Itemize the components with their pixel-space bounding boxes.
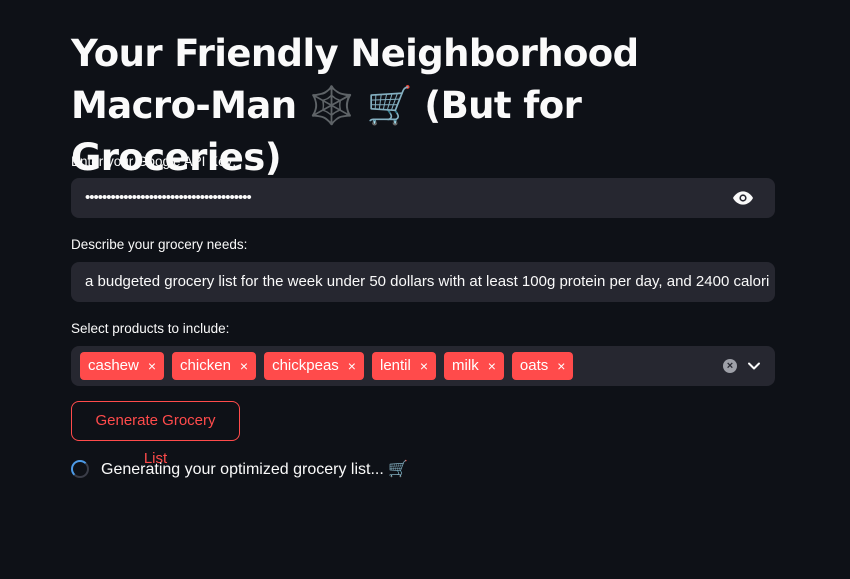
remove-tag-icon[interactable]: × <box>488 352 496 380</box>
remove-tag-icon[interactable]: × <box>240 352 248 380</box>
grocery-needs-label: Describe your grocery needs: <box>71 237 248 252</box>
tag-label: oats <box>519 357 549 374</box>
remove-tag-icon[interactable]: × <box>420 352 428 380</box>
status-message: Generating your optimized grocery list..… <box>101 461 409 478</box>
tag-label: cashew <box>88 357 139 374</box>
selected-tag: chicken × <box>172 352 257 380</box>
api-key-label: Enter your Google API Key: <box>71 154 237 169</box>
selected-tag: lentil × <box>371 352 437 380</box>
products-multiselect[interactable]: cashew × chicken × chickpeas × lentil × milk × oat… <box>71 346 775 386</box>
grocery-needs-input[interactable]: a budgeted grocery list for the week und… <box>85 262 775 302</box>
generate-grocery-list-button[interactable]: Generate Grocery List <box>71 401 240 467</box>
chevron-down-icon[interactable] <box>747 359 761 373</box>
eye-icon[interactable] <box>733 190 753 206</box>
selected-tags: cashew × chicken × chickpeas × lentil × milk × oat… <box>80 352 574 380</box>
tag-label: chickpeas <box>272 357 339 374</box>
remove-tag-icon[interactable]: × <box>148 352 156 380</box>
selected-tag: chickpeas × <box>264 352 364 380</box>
selected-tag: milk × <box>444 352 504 380</box>
grocery-needs-field[interactable]: a budgeted grocery list for the week und… <box>71 262 775 302</box>
products-label: Select products to include: <box>71 321 230 336</box>
tag-label: lentil <box>379 357 411 374</box>
tag-label: chicken <box>180 357 231 374</box>
selected-tag: oats × <box>511 352 574 380</box>
clear-all-icon[interactable]: × <box>723 359 737 373</box>
selected-tag: cashew × <box>80 352 165 380</box>
api-key-field[interactable]: ••••••••••••••••••••••••••••••••••••••• <box>71 178 775 218</box>
tag-label: milk <box>452 357 479 374</box>
remove-tag-icon[interactable]: × <box>557 352 565 380</box>
loading-spinner-icon <box>71 460 89 478</box>
remove-tag-icon[interactable]: × <box>348 352 356 380</box>
api-key-input[interactable]: ••••••••••••••••••••••••••••••••••••••• <box>85 178 775 218</box>
